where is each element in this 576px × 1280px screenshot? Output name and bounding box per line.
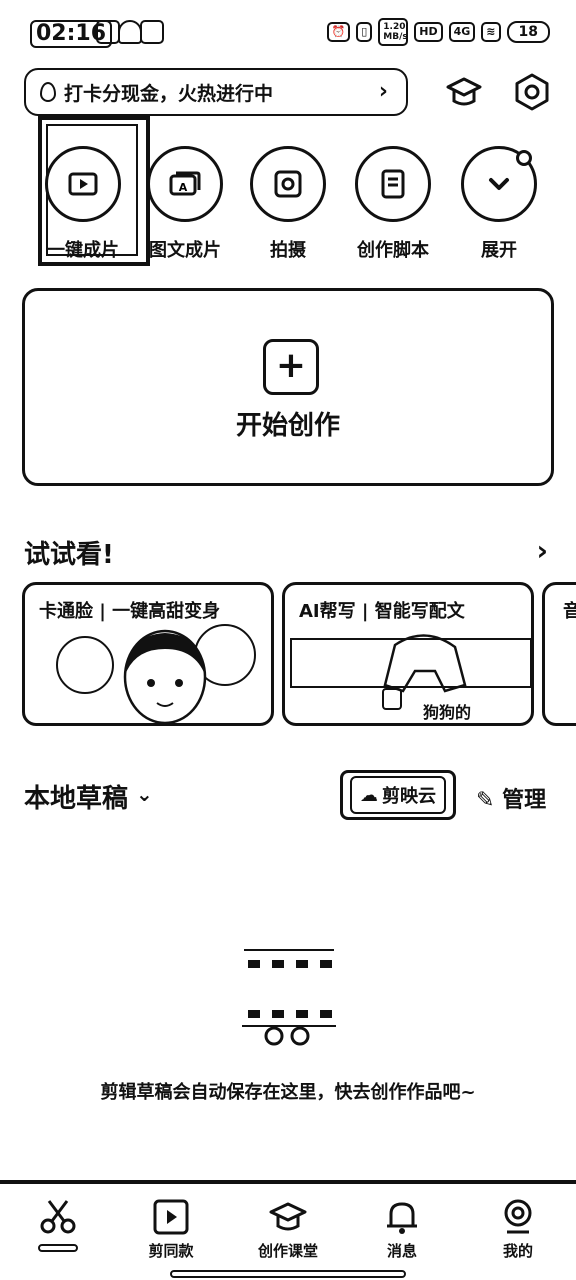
try-card-ai-writing[interactable]: AI帮写 | 智能写配文 狗狗的 bbox=[282, 582, 534, 726]
try-card-caption: AI帮写 | 智能写配文 bbox=[297, 597, 467, 623]
camera-icon bbox=[274, 170, 302, 198]
nav-templates[interactable]: 剪同款 bbox=[121, 1190, 221, 1261]
shortcut-one-click-video[interactable]: 一键成片 bbox=[28, 146, 138, 262]
bell-notification-icon bbox=[118, 20, 142, 44]
chevron-down-icon[interactable]: ⌄ bbox=[136, 782, 153, 806]
cloud-button-label: 剪映云 bbox=[382, 786, 436, 807]
promo-banner-text: 打卡分现金，火热进行中 bbox=[64, 82, 274, 105]
try-card-subcaption: 狗狗的 bbox=[421, 699, 474, 723]
chevron-right-icon: › bbox=[378, 79, 388, 104]
shortcut-label: 拍摄 bbox=[270, 240, 306, 261]
shortcut-script[interactable]: 创作脚本 bbox=[338, 146, 448, 262]
local-drafts-title[interactable]: 本地草稿 bbox=[24, 778, 128, 815]
new-dot-badge bbox=[516, 150, 532, 166]
try-card-caption: 卡通脸 | 一键高甜变身 bbox=[37, 597, 223, 623]
manage-button[interactable]: ✎ 管理 bbox=[476, 782, 546, 814]
shortcut-label: 展开 bbox=[481, 240, 517, 261]
try-section-title: 试试看! bbox=[24, 540, 114, 570]
wifi-icon: ≋ bbox=[481, 22, 501, 42]
shortcut-camera[interactable]: 拍摄 bbox=[233, 146, 343, 262]
plus-icon: + bbox=[263, 339, 319, 395]
graduation-cap-icon[interactable] bbox=[442, 70, 486, 114]
notification-icon bbox=[96, 20, 120, 44]
status-bar: 02:16 ⏰ ▯ 1.20 MB/s HD 4G ≋ 18 bbox=[0, 0, 576, 64]
vibrate-icon: ▯ bbox=[356, 22, 373, 42]
nav-profile[interactable]: 我的 bbox=[468, 1190, 568, 1261]
start-create-card[interactable]: + 开始创作 bbox=[22, 288, 554, 486]
nav-classroom[interactable]: 创作课堂 bbox=[238, 1190, 338, 1261]
shortcut-row: 一键成片 A 图文成片 拍摄 创作脚本 展开 bbox=[0, 146, 576, 266]
nav-divider bbox=[0, 1180, 576, 1184]
empty-drafts-illustration bbox=[242, 949, 336, 1046]
bell-icon bbox=[387, 1202, 417, 1234]
template-film-icon bbox=[153, 1199, 189, 1235]
alarm-icon: ⏰ bbox=[326, 22, 351, 42]
pencil-icon: ✎ bbox=[476, 788, 495, 813]
app-notification-icon bbox=[140, 20, 164, 44]
flame-icon bbox=[40, 82, 56, 102]
chevron-right-icon[interactable]: › bbox=[536, 534, 548, 567]
net-speed: 1.20 MB/s bbox=[378, 18, 409, 46]
nav-label: 消息 bbox=[386, 1242, 417, 1260]
profile-icon bbox=[504, 1199, 532, 1234]
shortcut-label: 图文成片 bbox=[149, 240, 221, 261]
nav-label: 我的 bbox=[502, 1242, 533, 1260]
cloud-button[interactable]: ☁ 剪映云 bbox=[340, 770, 456, 820]
manage-label: 管理 bbox=[502, 788, 547, 813]
script-icon bbox=[381, 169, 405, 199]
try-card-caption: 音 bbox=[561, 597, 576, 623]
hd-badge: HD bbox=[414, 22, 443, 42]
chevron-down-icon bbox=[489, 178, 509, 190]
svg-text:A: A bbox=[179, 181, 188, 194]
shortcut-label: 创作脚本 bbox=[357, 240, 429, 261]
nav-label: 剪同款 bbox=[148, 1242, 194, 1260]
nav-label: 创作课堂 bbox=[257, 1242, 318, 1260]
graduation-cap-icon bbox=[269, 1202, 307, 1231]
video-play-icon bbox=[68, 172, 98, 196]
nav-messages[interactable]: 消息 bbox=[352, 1190, 452, 1261]
image-text-icon: A bbox=[169, 171, 201, 196]
home-indicator[interactable] bbox=[170, 1270, 406, 1278]
cloud-icon: ☁ bbox=[360, 784, 378, 806]
active-tab-indicator bbox=[38, 1244, 78, 1252]
settings-hexagon-icon[interactable] bbox=[510, 70, 554, 114]
start-create-title: 开始创作 bbox=[235, 411, 340, 441]
battery-level: 18 bbox=[506, 21, 550, 43]
bottom-nav: 剪同款 创作课堂 消息 我的 bbox=[0, 1190, 576, 1264]
scissors-icon bbox=[40, 1200, 76, 1234]
promo-banner[interactable]: 打卡分现金，火热进行中 › bbox=[24, 68, 408, 116]
shortcut-image-text-video[interactable]: A 图文成片 bbox=[130, 146, 240, 262]
nav-edit[interactable] bbox=[8, 1190, 108, 1252]
try-card-cartoon-face[interactable]: 卡通脸 | 一键高甜变身 bbox=[22, 582, 274, 726]
shortcut-expand[interactable]: 展开 bbox=[444, 146, 554, 262]
empty-drafts-text: 剪辑草稿会自动保存在这里，快去创作作品吧~ bbox=[100, 1082, 476, 1103]
shortcut-label: 一键成片 bbox=[47, 240, 119, 261]
try-card-audio[interactable]: 音 bbox=[542, 582, 576, 726]
network-type: 4G bbox=[448, 22, 476, 42]
